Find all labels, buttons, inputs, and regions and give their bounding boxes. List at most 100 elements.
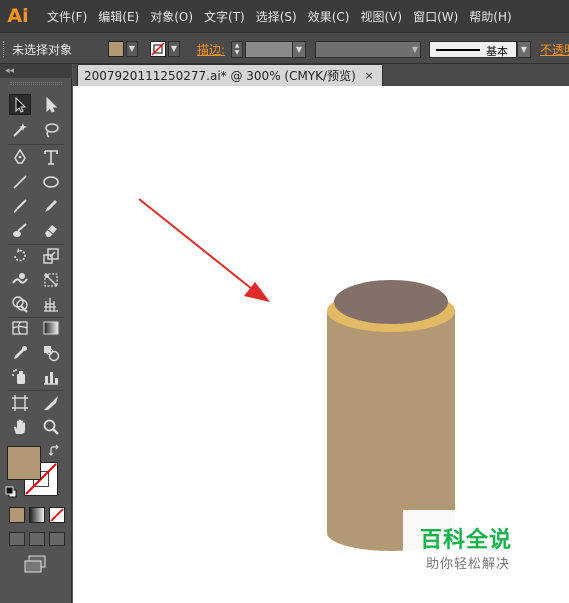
pen-tool[interactable] <box>9 146 31 167</box>
rotate-tool[interactable] <box>9 245 31 266</box>
lasso-tool[interactable] <box>40 119 62 140</box>
pen-tool-icon <box>14 148 26 164</box>
symbol-sprayer-tool[interactable] <box>9 366 31 387</box>
zoom-tool[interactable] <box>40 416 62 437</box>
blob-brush-tool[interactable] <box>9 219 31 240</box>
magic-wand-tool[interactable] <box>9 119 31 140</box>
stroke-color-dropdown[interactable]: ▼ <box>168 41 180 57</box>
ellipse-tool-icon <box>43 175 59 188</box>
menu-object[interactable]: 对象(O) <box>150 8 193 25</box>
menu-effect[interactable]: 效果(C) <box>308 8 350 25</box>
none-icon <box>50 508 64 522</box>
warp-tool[interactable] <box>9 269 31 290</box>
free-transform-tool[interactable] <box>40 269 62 290</box>
app-logo: Ai <box>7 5 29 27</box>
document-tab-title: 2007920111250277.ai* @ 300% (CMYK/预览) <box>84 69 356 83</box>
eraser-tool-icon <box>45 224 57 237</box>
line-segment-tool[interactable] <box>9 171 31 192</box>
menu-edit[interactable]: 编辑(E) <box>98 8 139 25</box>
fill-color-dropdown[interactable]: ▼ <box>126 41 138 57</box>
document-tab-strip: 2007920111250277.ai* @ 300% (CMYK/预览) × <box>73 64 569 86</box>
zoom-tool-icon <box>43 419 59 435</box>
slice-tool[interactable] <box>40 392 62 413</box>
collapse-icon[interactable]: ◂◂ <box>5 64 14 78</box>
mesh-tool-icon <box>12 320 28 335</box>
watermark-title: 百科全说 <box>420 528 513 553</box>
eyedropper-tool[interactable] <box>9 342 31 363</box>
paintbrush-tool-icon <box>14 198 27 213</box>
none-mode-button[interactable] <box>49 507 65 523</box>
lasso-tool-icon <box>45 122 59 138</box>
draw-behind-button[interactable] <box>29 532 45 546</box>
mesh-tool[interactable] <box>9 317 31 338</box>
brush-stroke-preview <box>436 49 480 51</box>
artboard-tool-icon <box>12 394 28 411</box>
toolbox-divider <box>8 390 64 391</box>
artboard-tool[interactable] <box>9 392 31 413</box>
menu-view[interactable]: 视图(V) <box>360 8 402 25</box>
blend-tool-icon <box>44 345 60 361</box>
scale-tool-icon <box>43 247 59 264</box>
fill-swatch[interactable] <box>7 446 41 480</box>
toolbox-grip[interactable] <box>10 82 62 85</box>
stroke-weight-dropdown[interactable]: ▼ <box>292 41 306 58</box>
none-stroke-icon <box>151 42 165 56</box>
chevron-down-icon: ▼ <box>411 45 418 54</box>
menu-select[interactable]: 选择(S) <box>256 8 297 25</box>
menu-type[interactable]: 文字(T) <box>204 8 245 25</box>
draw-inside-button[interactable] <box>49 532 65 546</box>
toolbox: ◂◂ <box>0 64 72 603</box>
blend-tool[interactable] <box>40 342 62 363</box>
watermark-subtitle: 助你轻松解决 <box>426 557 511 572</box>
brush-definition[interactable]: 基本 <box>429 41 517 58</box>
pencil-tool[interactable] <box>40 195 62 216</box>
menu-bar: Ai 文件(F) 编辑(E) 对象(O) 文字(T) 选择(S) 效果(C) 视… <box>0 0 569 32</box>
eyedropper-tool-icon <box>14 345 27 359</box>
hand-tool-icon <box>14 419 25 434</box>
control-bar: 未选择对象 ▼ ▼ 描边: ▲▼ ▼ ▼ 基本 ▼ 不透明 <box>0 32 569 64</box>
brush-dropdown[interactable]: ▼ <box>517 41 531 58</box>
eraser-tool[interactable] <box>40 219 62 240</box>
gradient-tool[interactable] <box>40 317 62 338</box>
stroke-label[interactable]: 描边: <box>197 41 225 58</box>
ellipse-tool[interactable] <box>40 171 62 192</box>
brush-name: 基本 <box>486 45 508 58</box>
perspective-grid-tool[interactable] <box>40 293 62 314</box>
watermark: 百科全说 助你轻松解决 <box>403 510 545 578</box>
fill-color-swatch[interactable] <box>108 41 124 57</box>
rotate-tool-icon <box>14 247 26 261</box>
magic-wand-tool-icon <box>13 122 27 137</box>
gradient-mode-button[interactable] <box>29 507 45 523</box>
default-colors-icon[interactable] <box>5 486 17 498</box>
blob-brush-tool-icon <box>13 222 27 237</box>
control-bar-grip[interactable] <box>3 41 7 57</box>
stroke-color-swatch[interactable] <box>150 41 166 57</box>
menu-help[interactable]: 帮助(H) <box>469 8 511 25</box>
type-tool-icon <box>44 149 58 165</box>
shape-builder-tool[interactable] <box>9 293 31 314</box>
color-mode-button[interactable] <box>9 507 25 523</box>
hand-tool[interactable] <box>9 416 31 437</box>
draw-normal-button[interactable] <box>9 532 25 546</box>
scale-tool[interactable] <box>40 245 62 266</box>
screen-mode-icon[interactable] <box>23 555 47 575</box>
column-graph-tool[interactable] <box>40 366 62 387</box>
type-tool[interactable] <box>40 146 62 167</box>
red-arrow <box>138 198 270 302</box>
selection-tool-icon <box>15 96 27 113</box>
document-tab[interactable]: 2007920111250277.ai* @ 300% (CMYK/预览) × <box>77 64 383 86</box>
stroke-weight-input[interactable] <box>245 41 293 58</box>
menu-file[interactable]: 文件(F) <box>47 8 87 25</box>
stroke-weight-spinner[interactable]: ▲ ▼ <box>231 41 243 58</box>
cylinder-top[interactable] <box>334 280 448 324</box>
shape-builder-tool-icon <box>12 295 28 313</box>
selection-tool[interactable] <box>9 94 31 115</box>
paintbrush-tool[interactable] <box>9 195 31 216</box>
direct-selection-tool[interactable] <box>40 94 62 115</box>
swap-fill-stroke-icon[interactable] <box>48 444 62 458</box>
close-icon[interactable]: × <box>365 65 374 87</box>
variable-width-profile[interactable]: ▼ <box>315 41 421 58</box>
menu-window[interactable]: 窗口(W) <box>413 8 458 25</box>
perspective-grid-tool-icon <box>44 297 58 312</box>
opacity-label[interactable]: 不透明 <box>540 41 569 58</box>
